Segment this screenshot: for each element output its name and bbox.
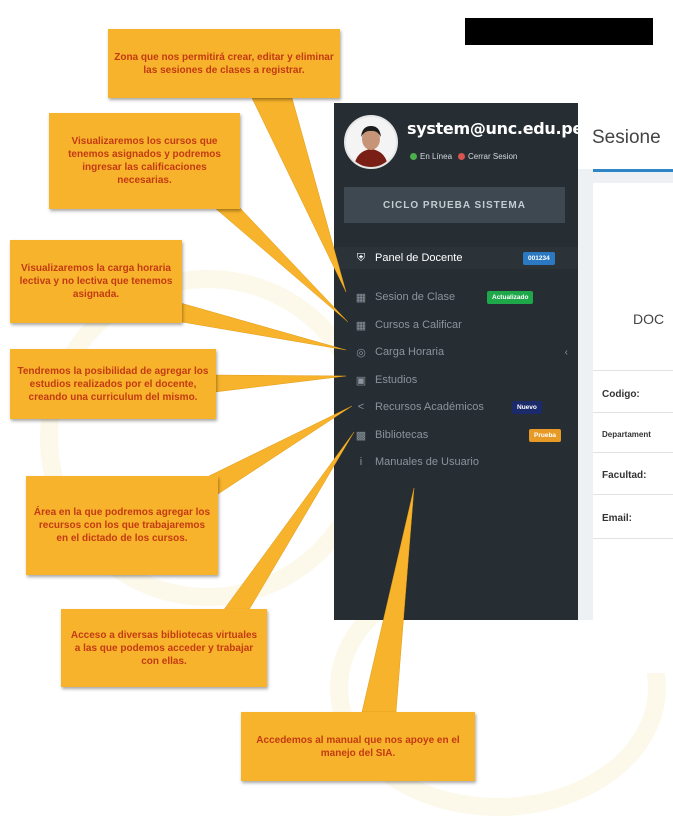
pointer-5 <box>204 405 353 495</box>
pointer-3 <box>169 299 347 351</box>
callout-sesion-clase: Zona que nos permitirá crear, editar y e… <box>108 29 340 98</box>
callout-estudios: Tendremos la posibilidad de agregar los … <box>10 349 216 419</box>
callout-recursos: Área en la que podremos agregar los recu… <box>26 476 218 575</box>
pointer-2 <box>214 207 349 323</box>
callout-manuales: Accedemos al manual que nos apoye en el … <box>241 712 475 781</box>
pointer-1 <box>251 97 347 293</box>
pointer-7 <box>361 487 415 713</box>
pointer-4 <box>214 374 347 393</box>
callout-cursos: Visualizaremos los cursos que tenemos as… <box>49 113 240 209</box>
callout-bibliotecas: Acceso a diversas bibliotecas virtuales … <box>61 609 267 687</box>
callout-carga-horaria: Visualizaremos la carga horaria lectiva … <box>10 240 182 323</box>
